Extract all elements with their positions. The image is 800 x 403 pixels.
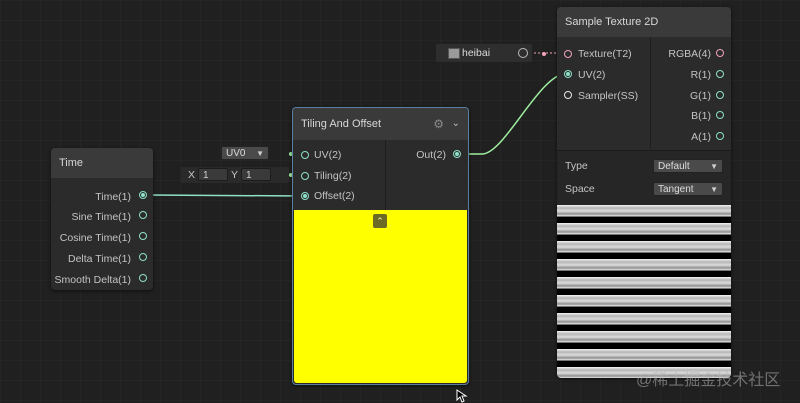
type-dropdown[interactable]: Default ▼	[653, 159, 723, 173]
sample-texture-2d-node[interactable]: Sample Texture 2D Texture(T2) UV(2) Samp…	[557, 7, 731, 378]
sample-settings-panel: Type Default ▼ Space Tangent ▼	[557, 150, 731, 205]
tiling-input-uv[interactable]: UV(2)	[314, 148, 341, 162]
tiling-and-offset-node[interactable]: Tiling And Offset ⚙ ⌄ UV(2) Tiling(2) Of…	[292, 107, 469, 385]
watermark: @稀土掘金技术社区	[636, 372, 781, 389]
time-output-port[interactable]	[139, 191, 147, 199]
mouse-cursor-icon	[456, 389, 468, 403]
sample-output-a[interactable]: A(1)	[691, 130, 711, 144]
preview-collapse-button[interactable]: ⌃	[373, 214, 387, 228]
sample-output-g[interactable]: G(1)	[690, 89, 711, 103]
time-output-cosine[interactable]: Cosine Time(1)	[60, 231, 131, 245]
sample-output-rgba[interactable]: RGBA(4)	[668, 47, 711, 61]
tiling-y-label: Y	[231, 169, 239, 181]
sample-output-r[interactable]: R(1)	[691, 68, 711, 82]
time-output-smooth-delta[interactable]: Smooth Delta(1)	[55, 273, 131, 287]
out-output-port[interactable]	[453, 150, 461, 158]
sampler-input-port[interactable]	[564, 91, 572, 99]
sample-input-texture[interactable]: Texture(T2)	[578, 47, 632, 61]
wire-time-to-offset	[147, 194, 304, 197]
smooth-delta-output-port[interactable]	[139, 274, 147, 282]
chevron-down-icon: ▼	[256, 149, 264, 158]
texture-asset-field[interactable]: heibai	[436, 44, 532, 62]
texture-preview	[557, 205, 731, 378]
tiling-node-title: Tiling And Offset	[301, 118, 382, 130]
delta-output-port[interactable]	[139, 253, 147, 261]
uv-input-port-sample[interactable]	[564, 70, 572, 78]
sample-output-b[interactable]: B(1)	[691, 109, 711, 123]
sample-node-divider	[650, 37, 651, 149]
texture-input-port[interactable]	[564, 50, 572, 58]
texture-thumbnail-icon	[448, 48, 460, 59]
tiling-x-label: X	[188, 169, 196, 181]
g-output-port[interactable]	[716, 91, 724, 99]
time-node-title[interactable]: Time	[51, 148, 153, 178]
uv-channel-value: UV0	[226, 148, 246, 159]
tiling-y-field[interactable]: 1	[241, 168, 271, 181]
tiling-input-offset[interactable]: Offset(2)	[314, 189, 355, 203]
gear-icon[interactable]: ⚙	[433, 108, 444, 140]
chevron-down-icon: ▼	[710, 162, 718, 171]
tiling-input-tiling[interactable]: Tiling(2)	[314, 169, 352, 183]
time-output-time[interactable]: Time(1)	[95, 190, 131, 204]
space-value: Tangent	[658, 184, 694, 195]
tiling-input-port[interactable]	[301, 172, 309, 180]
object-picker-icon[interactable]	[518, 48, 528, 58]
type-value: Default	[658, 161, 690, 172]
space-label: Space	[565, 183, 595, 195]
space-dropdown[interactable]: Tangent ▼	[653, 182, 723, 196]
tiling-output-out[interactable]: Out(2)	[416, 148, 446, 162]
preview-area: ⌃	[294, 210, 467, 383]
chevron-down-icon: ▼	[710, 185, 718, 194]
uv-input-port[interactable]	[301, 151, 309, 159]
collapse-chevron-icon[interactable]: ⌄	[452, 108, 460, 140]
time-output-sine[interactable]: Sine Time(1)	[71, 210, 131, 224]
offset-input-port[interactable]	[301, 192, 309, 200]
tiling-node-divider	[385, 140, 386, 210]
sample-input-sampler[interactable]: Sampler(SS)	[578, 89, 638, 103]
sample-input-uv[interactable]: UV(2)	[578, 68, 605, 82]
type-label: Type	[565, 160, 588, 172]
texture-asset-connector	[542, 52, 546, 56]
tiling-node-header[interactable]: Tiling And Offset ⚙ ⌄	[293, 108, 468, 140]
time-output-delta[interactable]: Delta Time(1)	[68, 252, 131, 266]
texture-name: heibai	[462, 47, 491, 59]
time-node[interactable]: Time Time(1) Sine Time(1) Cosine Time(1)…	[51, 148, 153, 290]
tiling-x-field[interactable]: 1	[198, 168, 228, 181]
b-output-port[interactable]	[716, 111, 724, 119]
rgba-output-port[interactable]	[716, 49, 724, 57]
sample-node-title[interactable]: Sample Texture 2D	[557, 7, 731, 37]
tiling-field-group: X 1 Y 1	[181, 167, 289, 183]
r-output-port[interactable]	[716, 70, 724, 78]
uv-channel-dropdown[interactable]: UV0 ▼	[221, 146, 269, 160]
sine-output-port[interactable]	[139, 211, 147, 219]
a-output-port[interactable]	[716, 132, 724, 140]
cosine-output-port[interactable]	[139, 232, 147, 240]
wire-out-to-uv	[458, 72, 569, 155]
